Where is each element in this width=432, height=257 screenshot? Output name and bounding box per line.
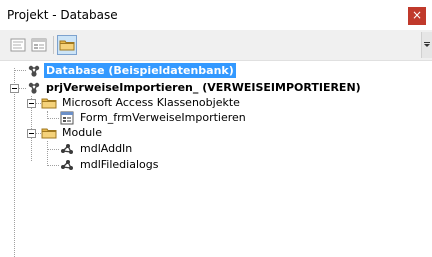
window-title: Projekt - Database (7, 8, 118, 22)
tree-node-label: Microsoft Access Klassenobjekte (62, 96, 240, 109)
project-explorer-window: Projekt - Database × Database (Beispield… (0, 0, 432, 257)
tree-node-label: Form_frmVerweiseImportieren (80, 111, 246, 124)
tree-node-label: prjVerweiseImportieren_ (VERWEISEIMPORTI… (46, 81, 361, 94)
tree-node-label: Database (Beispieldatenbank) (44, 63, 236, 78)
title-bar[interactable]: Projekt - Database × (0, 0, 432, 30)
tree-connector (47, 141, 48, 166)
project-tree: Database (Beispieldatenbank) prjVerweise… (0, 60, 432, 257)
tree-expander[interactable] (10, 84, 19, 93)
tree-connector (47, 149, 59, 150)
toggle-folders-button[interactable] (57, 35, 77, 55)
tree-connector (47, 118, 59, 119)
tree-node-label: mdlAddIn (80, 142, 133, 155)
view-code-button[interactable] (8, 35, 28, 55)
tree-node-label: mdlFiledialogs (80, 158, 159, 171)
folder-icon (59, 40, 75, 51)
module-icon (61, 144, 73, 154)
close-button[interactable]: × (408, 7, 426, 25)
vba-project-icon (28, 82, 40, 94)
vba-project-icon (28, 65, 40, 77)
module-icon (61, 160, 73, 170)
tree-node-label: Module (62, 126, 102, 139)
toolbar (0, 30, 432, 60)
tree-connector (14, 92, 15, 257)
view-code-icon (10, 38, 26, 52)
tree-expander[interactable] (27, 129, 36, 138)
form-class-icon (60, 111, 74, 125)
toolbar-separator (53, 36, 54, 54)
chevron-down-icon (424, 42, 430, 47)
close-icon: × (411, 8, 423, 22)
tree-connector (47, 165, 59, 166)
view-object-button[interactable] (29, 35, 49, 55)
view-object-icon (31, 38, 47, 52)
folder-icon (41, 98, 57, 109)
toolbar-overflow-button[interactable] (421, 32, 432, 58)
tree-expander[interactable] (27, 99, 36, 108)
tree-connector (18, 88, 26, 89)
tree-connector (14, 70, 26, 71)
folder-icon (41, 128, 57, 139)
